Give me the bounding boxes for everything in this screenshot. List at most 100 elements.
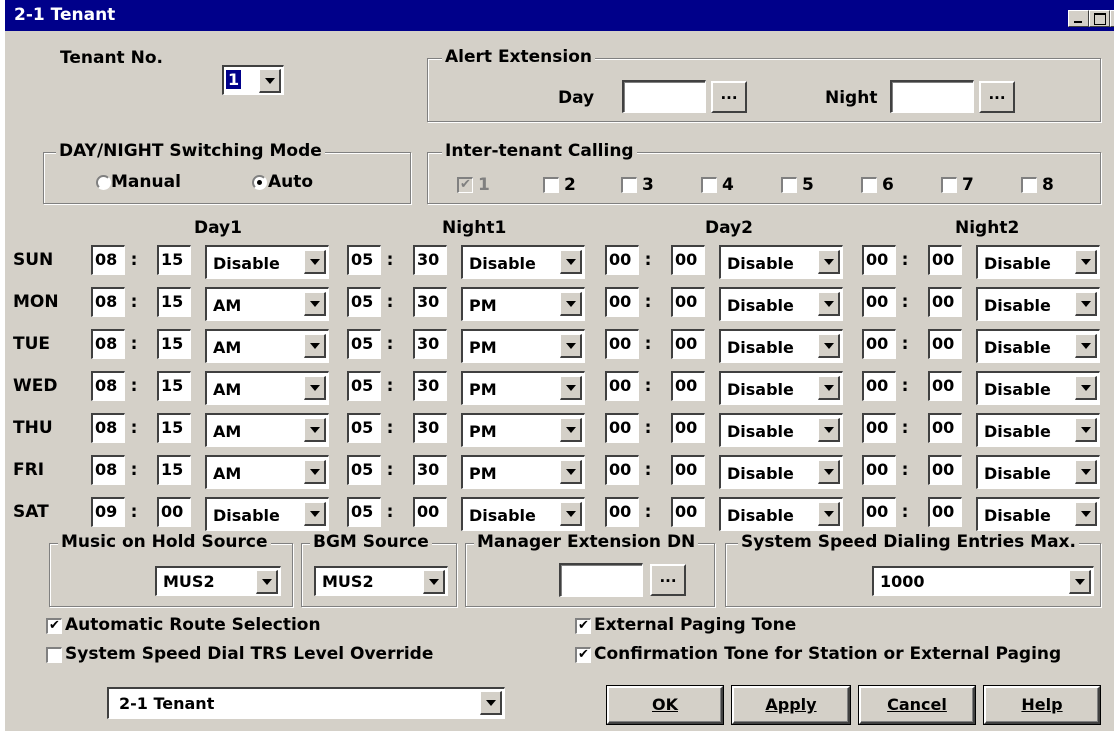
chevron-down-icon[interactable] (560, 250, 582, 274)
d1-mode-select[interactable]: AM (205, 287, 329, 321)
close-button[interactable] (1110, 10, 1114, 27)
n2-hour-input[interactable]: 00 (862, 371, 896, 401)
d1-minute-input[interactable]: 15 (157, 371, 191, 401)
chevron-down-icon[interactable] (304, 292, 326, 316)
chevron-down-icon[interactable] (1075, 502, 1097, 526)
chevron-down-icon[interactable] (1069, 570, 1091, 594)
chevron-down-icon[interactable] (304, 334, 326, 358)
chevron-down-icon[interactable] (818, 460, 840, 484)
d2-hour-input[interactable]: 00 (605, 329, 639, 359)
music-on-hold-select[interactable]: MUS2 (155, 566, 281, 596)
d2-minute-input[interactable]: 00 (671, 287, 705, 317)
chevron-down-icon[interactable] (304, 376, 326, 400)
chevron-down-icon[interactable] (1075, 334, 1097, 358)
chevron-down-icon[interactable] (560, 376, 582, 400)
minimize-button[interactable] (1068, 10, 1089, 27)
d1-hour-input[interactable]: 09 (91, 497, 125, 527)
n2-mode-select[interactable]: Disable (976, 287, 1100, 321)
d1-minute-input[interactable]: 15 (157, 329, 191, 359)
d2-hour-input[interactable]: 00 (605, 245, 639, 275)
inter-tenant-checkbox-8[interactable] (1021, 177, 1037, 193)
n1-mode-select[interactable]: PM (461, 287, 585, 321)
d2-mode-select[interactable]: Disable (719, 413, 843, 447)
n2-minute-input[interactable]: 00 (928, 245, 962, 275)
cancel-button[interactable]: Cancel (858, 685, 976, 725)
n1-mode-select[interactable]: Disable (461, 245, 585, 279)
alert-night-browse-button[interactable]: ... (979, 81, 1015, 113)
n1-hour-input[interactable]: 05 (347, 413, 381, 443)
chevron-down-icon[interactable] (818, 418, 840, 442)
help-button[interactable]: Help (983, 685, 1101, 725)
d2-hour-input[interactable]: 00 (605, 287, 639, 317)
n1-mode-select[interactable]: PM (461, 455, 585, 489)
ext-paging-checkbox[interactable]: ✔ (575, 618, 591, 634)
chevron-down-icon[interactable] (560, 334, 582, 358)
d1-hour-input[interactable]: 08 (91, 245, 125, 275)
n1-mode-select[interactable]: PM (461, 413, 585, 447)
manual-radio[interactable] (96, 175, 111, 190)
n2-mode-select[interactable]: Disable (976, 371, 1100, 405)
d1-minute-input[interactable]: 00 (157, 497, 191, 527)
n1-hour-input[interactable]: 05 (347, 329, 381, 359)
d2-hour-input[interactable]: 00 (605, 455, 639, 485)
d2-minute-input[interactable]: 00 (671, 497, 705, 527)
chevron-down-icon[interactable] (1075, 376, 1097, 400)
d2-mode-select[interactable]: Disable (719, 245, 843, 279)
auto-radio[interactable] (252, 175, 267, 190)
chevron-down-icon[interactable] (480, 691, 502, 715)
n2-hour-input[interactable]: 00 (862, 413, 896, 443)
n2-hour-input[interactable]: 00 (862, 329, 896, 359)
apply-button[interactable]: Apply (731, 685, 851, 725)
n1-mode-select[interactable]: Disable (461, 497, 585, 531)
bgm-source-select[interactable]: MUS2 (314, 566, 448, 596)
d1-mode-select[interactable]: AM (205, 329, 329, 363)
chevron-down-icon[interactable] (818, 376, 840, 400)
n1-hour-input[interactable]: 05 (347, 245, 381, 275)
tenant-nav-select[interactable]: 2-1 Tenant (107, 687, 505, 719)
inter-tenant-checkbox-6[interactable] (861, 177, 877, 193)
speed-dial-max-select[interactable]: 1000 (872, 566, 1094, 596)
chevron-down-icon[interactable] (1075, 292, 1097, 316)
inter-tenant-checkbox-3[interactable] (621, 177, 637, 193)
d1-mode-select[interactable]: AM (205, 455, 329, 489)
n2-minute-input[interactable]: 00 (928, 371, 962, 401)
d2-minute-input[interactable]: 00 (671, 329, 705, 359)
inter-tenant-checkbox-2[interactable] (543, 177, 559, 193)
n2-minute-input[interactable]: 00 (928, 497, 962, 527)
d1-mode-select[interactable]: AM (205, 371, 329, 405)
n2-minute-input[interactable]: 00 (928, 329, 962, 359)
n2-mode-select[interactable]: Disable (976, 329, 1100, 363)
chevron-down-icon[interactable] (1075, 418, 1097, 442)
d1-hour-input[interactable]: 08 (91, 455, 125, 485)
chevron-down-icon[interactable] (818, 250, 840, 274)
chevron-down-icon[interactable] (818, 502, 840, 526)
d2-mode-select[interactable]: Disable (719, 455, 843, 489)
n2-mode-select[interactable]: Disable (976, 497, 1100, 531)
n2-minute-input[interactable]: 00 (928, 287, 962, 317)
manager-extension-input[interactable] (559, 563, 643, 597)
manager-extension-browse-button[interactable]: ... (650, 564, 686, 596)
d1-mode-select[interactable]: Disable (205, 497, 329, 531)
ok-button[interactable]: OK (606, 685, 724, 725)
n1-minute-input[interactable]: 30 (413, 329, 447, 359)
chevron-down-icon[interactable] (560, 502, 582, 526)
n2-mode-select[interactable]: Disable (976, 245, 1100, 279)
d1-mode-select[interactable]: AM (205, 413, 329, 447)
d1-minute-input[interactable]: 15 (157, 287, 191, 317)
n1-mode-select[interactable]: PM (461, 371, 585, 405)
chevron-down-icon[interactable] (560, 418, 582, 442)
d2-mode-select[interactable]: Disable (719, 371, 843, 405)
chevron-down-icon[interactable] (818, 334, 840, 358)
n1-minute-input[interactable]: 30 (413, 287, 447, 317)
chevron-down-icon[interactable] (304, 250, 326, 274)
d1-hour-input[interactable]: 08 (91, 413, 125, 443)
n2-hour-input[interactable]: 00 (862, 245, 896, 275)
n2-minute-input[interactable]: 00 (928, 413, 962, 443)
n2-mode-select[interactable]: Disable (976, 455, 1100, 489)
d2-hour-input[interactable]: 00 (605, 413, 639, 443)
d2-mode-select[interactable]: Disable (719, 329, 843, 363)
n1-hour-input[interactable]: 05 (347, 287, 381, 317)
d1-minute-input[interactable]: 15 (157, 413, 191, 443)
tenant-no-select[interactable]: 1 (222, 65, 284, 95)
alert-day-input[interactable] (622, 80, 706, 113)
